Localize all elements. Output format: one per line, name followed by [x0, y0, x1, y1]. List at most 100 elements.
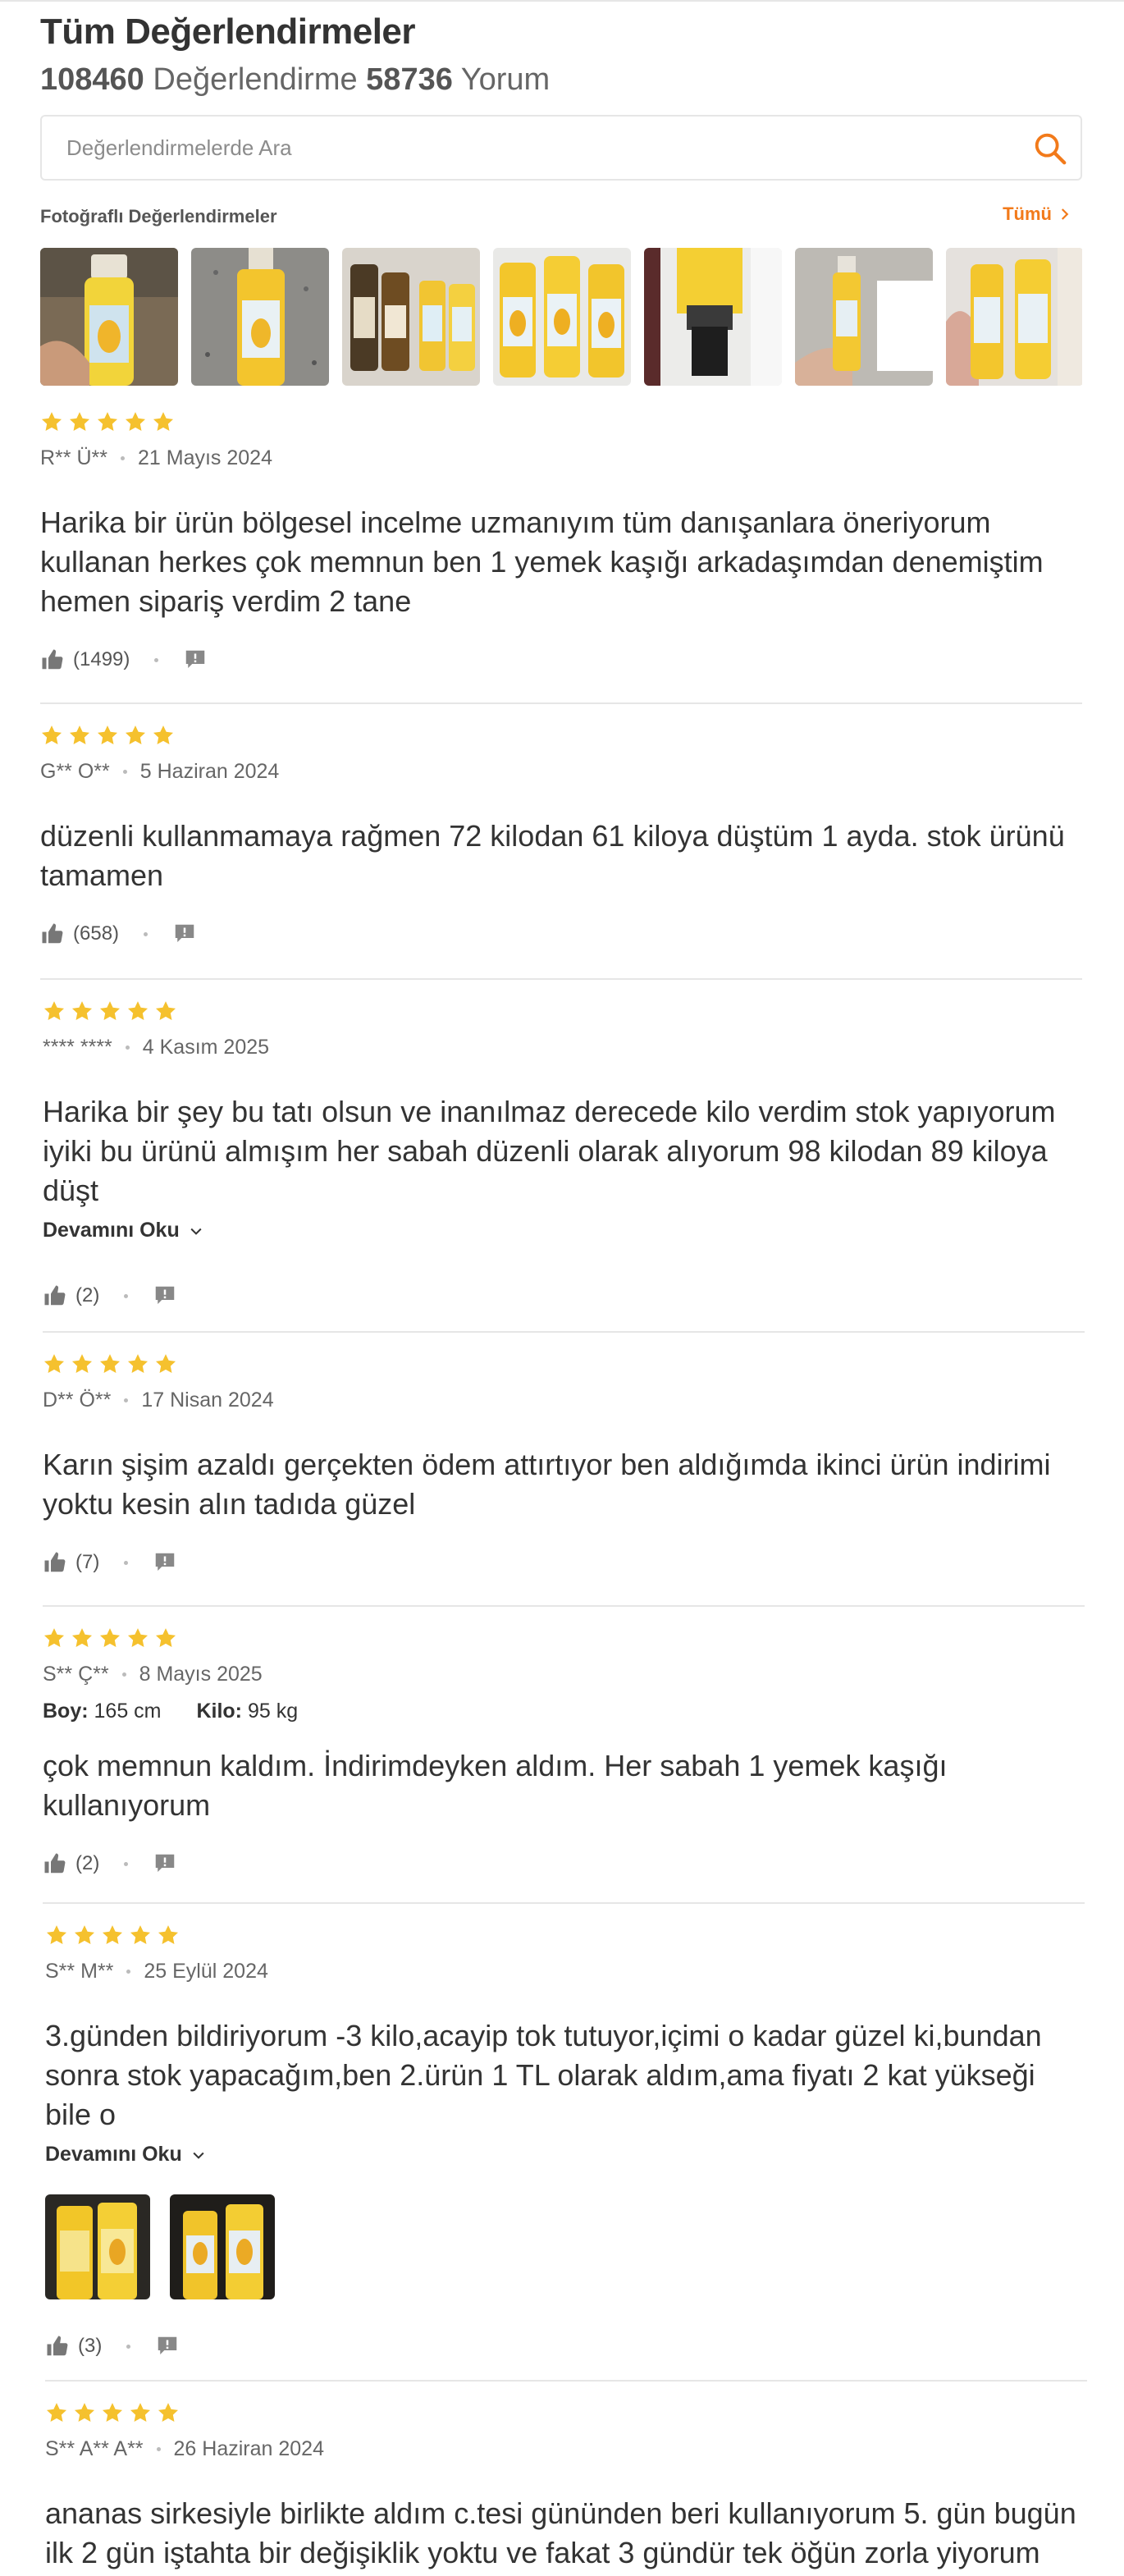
review-photo-thumbnail[interactable] — [45, 2194, 150, 2299]
chevron-down-icon — [188, 1223, 204, 1239]
like-count: (2) — [75, 1852, 100, 1874]
separator-dot — [120, 456, 125, 460]
review-author: R** Ü** — [40, 446, 107, 469]
star-icon — [43, 1352, 66, 1375]
star-icon — [129, 2401, 152, 2424]
like-button[interactable]: (658) — [40, 922, 119, 946]
review-text: Karın şişim azaldı gerçekten ödem attırt… — [43, 1448, 1051, 1521]
review-actions: (1499) — [40, 647, 1082, 672]
weight-label: Kilo: — [196, 1700, 242, 1723]
like-button[interactable]: (3) — [45, 2334, 102, 2359]
review-photo[interactable] — [191, 248, 329, 386]
like-button[interactable]: (2) — [43, 1283, 99, 1308]
review-photo[interactable] — [40, 248, 178, 386]
review-meta: S** Ç** 8 Mayıs 2025 — [43, 1663, 1085, 1686]
review-divider — [40, 978, 1082, 980]
report-flag-icon[interactable] — [153, 1283, 177, 1308]
read-more-button[interactable]: Devamını Oku — [45, 2143, 1087, 2166]
review-photo[interactable] — [493, 248, 631, 386]
star-icon — [73, 1924, 96, 1947]
star-icon — [96, 724, 119, 747]
review-text: ananas sirkesiyle birlikte aldım c.tesi … — [45, 2496, 1076, 2569]
review-date: 4 Kasım 2025 — [142, 1036, 270, 1059]
read-more-button[interactable]: Devamını Oku — [43, 1219, 1085, 1242]
like-button[interactable]: (2) — [43, 1851, 99, 1876]
star-icon — [157, 2401, 180, 2424]
review-photo-thumbnail[interactable] — [170, 2194, 275, 2299]
height-value: 165 cm — [94, 1700, 162, 1723]
photo-strip[interactable] — [40, 248, 1082, 386]
top-divider — [0, 0, 1124, 2]
star-icon — [101, 1924, 124, 1947]
review-meta: D** Ö** 17 Nisan 2024 — [43, 1389, 1085, 1412]
thumbs-up-icon — [43, 1851, 67, 1876]
star-icon — [73, 2401, 96, 2424]
review-meta: R** Ü** 21 Mayıs 2024 — [40, 446, 1082, 470]
star-icon — [152, 724, 175, 747]
report-flag-icon[interactable] — [153, 1550, 177, 1575]
thumbs-up-icon — [45, 2334, 70, 2359]
search-input[interactable] — [66, 117, 1010, 179]
like-count: (1499) — [73, 648, 130, 670]
thumbs-up-icon — [43, 1283, 67, 1308]
report-flag-icon[interactable] — [155, 2334, 180, 2359]
body-measurements: Boy: 165 cm Kilo: 95 kg — [43, 1700, 1085, 1723]
review-meta: G** O** 5 Haziran 2024 — [40, 760, 1082, 784]
report-flag-icon[interactable] — [183, 647, 208, 672]
review-author: D** Ö** — [43, 1389, 112, 1412]
review-actions: (3) — [45, 2334, 1087, 2359]
review-photos — [45, 2194, 1087, 2299]
separator-dot — [124, 1560, 129, 1565]
star-icon — [124, 410, 147, 433]
review-author: G** O** — [40, 760, 110, 783]
review-author: S** Ç** — [43, 1663, 109, 1686]
star-icon — [101, 2401, 124, 2424]
review-photo[interactable] — [342, 248, 480, 386]
review-author: S** M** — [45, 1960, 114, 1983]
all-photos-link[interactable]: Tümü — [1003, 204, 1071, 225]
review-card: R** Ü** 21 Mayıs 2024 Harika bir ürün böl… — [40, 410, 1082, 672]
report-flag-icon[interactable] — [172, 922, 197, 946]
all-photos-label: Tümü — [1003, 204, 1052, 224]
chevron-down-icon — [190, 2147, 207, 2163]
thumbs-up-icon — [43, 1550, 67, 1575]
star-icon — [154, 1000, 177, 1023]
rating-count: 108460 — [40, 62, 144, 97]
photo-reviews-title: Fotoğraflı Değerlendirmeler — [40, 206, 277, 226]
review-actions: (2) — [43, 1283, 1085, 1308]
review-date: 17 Nisan 2024 — [141, 1389, 274, 1412]
report-flag-icon[interactable] — [153, 1851, 177, 1876]
like-button[interactable]: (1499) — [40, 647, 130, 672]
height-info: Boy: 165 cm — [43, 1700, 162, 1723]
review-divider — [43, 1902, 1085, 1904]
search-icon[interactable] — [1031, 130, 1069, 167]
separator-dot — [144, 931, 148, 936]
separator-dot — [156, 2447, 161, 2451]
review-counts: 108460 Değerlendirme 58736 Yorum — [40, 62, 550, 98]
star-icon — [126, 1627, 149, 1649]
review-author: S** A** A** — [45, 2437, 144, 2460]
separator-dot — [124, 1398, 129, 1402]
review-card: S** M** 25 Eylül 2024 3.günden bildiriyor… — [45, 1924, 1087, 2359]
star-icon — [124, 724, 147, 747]
review-meta: **** **** 4 Kasım 2025 — [43, 1036, 1085, 1059]
read-more-label: Devamını Oku — [43, 1219, 180, 1242]
review-author: **** **** — [43, 1036, 112, 1059]
review-text: 3.günden bildiriyorum -3 kilo,acayip tok… — [45, 2019, 1042, 2131]
star-icon — [43, 1627, 66, 1649]
star-icon — [152, 410, 175, 433]
review-photo[interactable] — [946, 248, 1082, 386]
star-icon — [71, 1000, 94, 1023]
comment-count: 58736 — [366, 62, 453, 97]
review-meta: S** A** A** 26 Haziran 2024 — [45, 2437, 1087, 2461]
star-icon — [154, 1352, 177, 1375]
review-photo[interactable] — [644, 248, 782, 386]
review-card: S** A** A** 26 Haziran 2024 ananas sirkes… — [45, 2401, 1087, 2573]
review-divider — [40, 702, 1082, 704]
rating-label: Değerlendirme — [153, 62, 358, 97]
separator-dot — [126, 2344, 131, 2349]
review-photo[interactable] — [795, 248, 933, 386]
like-button[interactable]: (7) — [43, 1550, 99, 1575]
review-text: çok memnun kaldım. İndirimdeyken aldım. … — [43, 1749, 948, 1822]
review-text: Harika bir ürün bölgesel incelme uzmanıy… — [40, 506, 1044, 618]
